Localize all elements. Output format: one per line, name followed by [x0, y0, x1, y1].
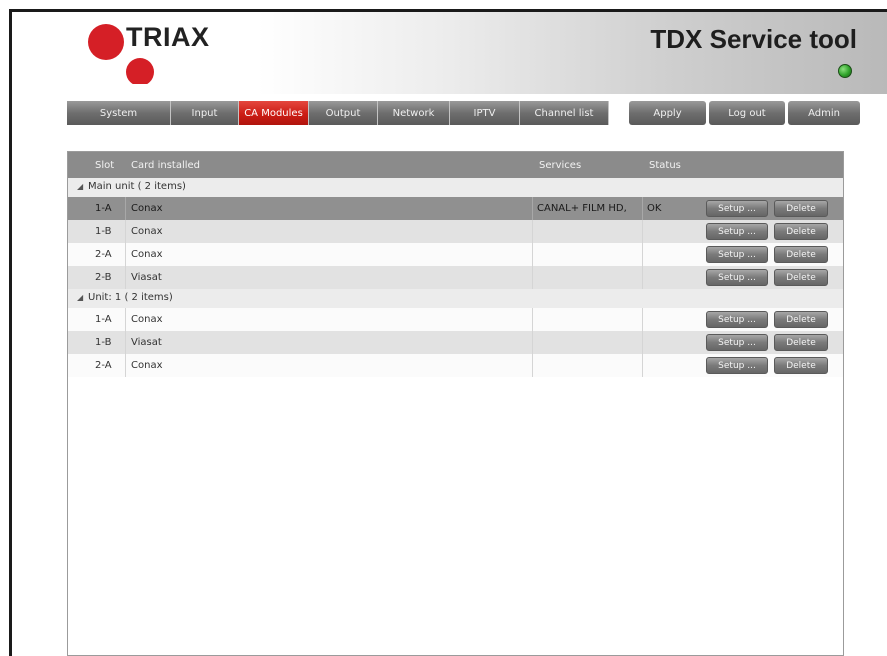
connection-status-led [838, 64, 852, 78]
card-cell: Conax [131, 203, 163, 214]
delete-button[interactable]: Delete [774, 311, 828, 328]
services-cell: CANAL+ FILM HD, [537, 203, 627, 214]
delete-button[interactable]: Delete [774, 334, 828, 351]
card-cell: Conax [131, 360, 163, 371]
group-header-main-unit[interactable]: ◢ Main unit ( 2 items) [68, 178, 843, 197]
slot-cell: 1-B [95, 226, 112, 237]
column-header-services: Services [539, 160, 582, 171]
table-row[interactable]: 2-A Conax Setup ... Delete [68, 243, 843, 266]
triax-logo: TRIAX [84, 22, 224, 84]
column-header-slot: Slot [95, 160, 115, 171]
app-header: TRIAX TDX Service tool [12, 12, 887, 94]
tab-output[interactable]: Output [309, 101, 378, 125]
ca-modules-table: Slot Card installed Services Status ◢ Ma… [67, 151, 844, 656]
tab-input[interactable]: Input [171, 101, 239, 125]
delete-button[interactable]: Delete [774, 223, 828, 240]
table-row[interactable]: 1-B Viasat Setup ... Delete [68, 331, 843, 354]
group-header-unit-1[interactable]: ◢ Unit: 1 ( 2 items) [68, 289, 843, 308]
slot-cell: 2-B [95, 272, 112, 283]
app-title: TDX Service tool [650, 24, 857, 54]
apply-button[interactable]: Apply [629, 101, 706, 125]
column-header-status: Status [649, 160, 681, 171]
status-cell: OK [647, 203, 662, 214]
column-header-card: Card installed [131, 160, 201, 171]
setup-button[interactable]: Setup ... [706, 223, 768, 240]
table-header: Slot Card installed Services Status [68, 152, 843, 178]
setup-button[interactable]: Setup ... [706, 269, 768, 286]
table-row[interactable]: 1-A Conax Setup ... Delete [68, 308, 843, 331]
group-label: Main unit ( 2 items) [88, 181, 186, 192]
tab-channel-list[interactable]: Channel list [520, 101, 609, 125]
collapse-triangle-icon[interactable]: ◢ [77, 182, 83, 191]
collapse-triangle-icon[interactable]: ◢ [77, 293, 83, 302]
card-cell: Conax [131, 314, 163, 325]
tab-iptv[interactable]: IPTV [450, 101, 520, 125]
delete-button[interactable]: Delete [774, 200, 828, 217]
brand-name: TRIAX [126, 22, 210, 52]
tab-ca-modules[interactable]: CA Modules [239, 101, 309, 125]
app-window: TRIAX TDX Service tool System Input CA M… [9, 9, 887, 656]
slot-cell: 2-A [95, 360, 112, 371]
table-row[interactable]: 1-A Conax CANAL+ FILM HD, OK Setup ... D… [68, 197, 843, 220]
tab-network[interactable]: Network [378, 101, 450, 125]
main-nav: System Input CA Modules Output Network I… [67, 101, 609, 125]
card-cell: Conax [131, 226, 163, 237]
setup-button[interactable]: Setup ... [706, 311, 768, 328]
slot-cell: 2-A [95, 249, 112, 260]
slot-cell: 1-A [95, 314, 112, 325]
delete-button[interactable]: Delete [774, 269, 828, 286]
admin-button[interactable]: Admin [788, 101, 860, 125]
group-label: Unit: 1 ( 2 items) [88, 292, 173, 303]
delete-button[interactable]: Delete [774, 357, 828, 374]
table-row[interactable]: 2-B Viasat Setup ... Delete [68, 266, 843, 289]
setup-button[interactable]: Setup ... [706, 200, 768, 217]
setup-button[interactable]: Setup ... [706, 357, 768, 374]
card-cell: Viasat [131, 272, 162, 283]
logout-button[interactable]: Log out [709, 101, 785, 125]
table-row[interactable]: 1-B Conax Setup ... Delete [68, 220, 843, 243]
slot-cell: 1-B [95, 337, 112, 348]
slot-cell: 1-A [95, 203, 112, 214]
card-cell: Conax [131, 249, 163, 260]
delete-button[interactable]: Delete [774, 246, 828, 263]
setup-button[interactable]: Setup ... [706, 334, 768, 351]
setup-button[interactable]: Setup ... [706, 246, 768, 263]
table-row[interactable]: 2-A Conax Setup ... Delete [68, 354, 843, 377]
tab-system[interactable]: System [67, 101, 171, 125]
card-cell: Viasat [131, 337, 162, 348]
